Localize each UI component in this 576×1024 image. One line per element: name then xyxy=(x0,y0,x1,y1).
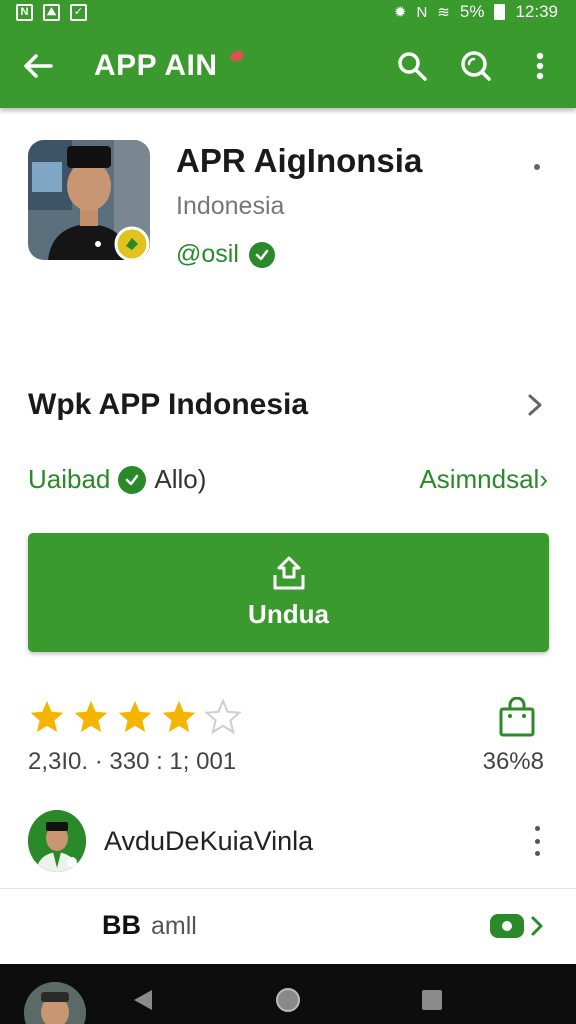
developer-name: @osil xyxy=(176,240,239,268)
search-alt-button[interactable] xyxy=(448,38,504,94)
developer-row[interactable]: @osil xyxy=(176,240,275,269)
section-title[interactable]: Wpk APP Indonesia xyxy=(28,388,308,422)
clock: 12:39 xyxy=(515,2,558,21)
toggle-icon xyxy=(490,914,524,938)
star-empty-icon xyxy=(204,698,242,735)
search-button[interactable] xyxy=(384,38,440,94)
star-filled-icon xyxy=(118,700,152,733)
battery-icon xyxy=(494,4,506,20)
app-region: Indonesia xyxy=(176,192,285,220)
more-vert-icon xyxy=(536,52,544,80)
notification-check-icon: ✓ xyxy=(70,3,87,21)
app-bar: APP AIN xyxy=(0,24,576,108)
app-icon-portrait xyxy=(28,140,150,260)
review-light-text: amll xyxy=(151,912,197,940)
review-bold-text: BB xyxy=(102,910,141,940)
divider xyxy=(0,888,576,889)
rating-stars[interactable] xyxy=(28,698,242,736)
user-more-button[interactable] xyxy=(528,826,546,856)
upload-icon xyxy=(273,556,304,590)
meta-extra: Allo) xyxy=(154,464,207,494)
search-icon xyxy=(398,52,427,81)
shopping-bag-icon[interactable] xyxy=(498,697,536,737)
notification-icons: N ⛰ ✓ xyxy=(16,3,87,21)
verified-badge-icon xyxy=(248,241,275,268)
user-name[interactable]: AvduDeKuiaVinla xyxy=(104,826,313,857)
network-icon: N xyxy=(416,3,428,21)
chevron-right-icon xyxy=(528,394,542,416)
avatar-portrait xyxy=(28,810,86,872)
star-filled-icon xyxy=(30,700,64,733)
battery-percent: 5% xyxy=(459,2,485,21)
back-button[interactable] xyxy=(8,36,68,96)
wifi-icon: ≋ xyxy=(437,3,450,21)
notification-image-icon: ⛰ xyxy=(43,3,60,21)
review-row: BB amll xyxy=(102,910,197,941)
system-icons: ✹ N ≋ 5% 12:39 xyxy=(394,2,558,22)
downloads-count: 36%8 xyxy=(482,748,544,775)
chevron-right-icon xyxy=(531,916,543,936)
nav-avatar[interactable] xyxy=(24,982,86,1024)
more-dot-icon xyxy=(534,164,540,170)
install-button[interactable]: Undua xyxy=(28,533,549,652)
star-filled-icon xyxy=(162,700,196,733)
review-action[interactable] xyxy=(490,914,544,938)
meta-link[interactable]: Asimndsal› xyxy=(419,464,548,495)
meta-link-chevron-icon: › xyxy=(539,464,548,494)
search-alt-icon xyxy=(461,51,491,81)
star-filled-icon xyxy=(74,700,108,733)
nav-back-icon[interactable] xyxy=(132,988,154,1012)
meta-check-icon xyxy=(118,465,147,494)
nav-home-icon[interactable] xyxy=(276,988,300,1012)
install-label: Undua xyxy=(248,599,329,629)
more-options-button[interactable] xyxy=(512,38,568,94)
more-dot-icon xyxy=(534,838,540,844)
user-avatar[interactable] xyxy=(28,810,86,872)
meta-status: Uaibad xyxy=(28,464,111,494)
notification-dot xyxy=(228,48,245,64)
more-dot-icon xyxy=(534,851,540,856)
status-bar: N ⛰ ✓ ✹ N ≋ 5% 12:39 xyxy=(0,0,576,24)
back-arrow-icon xyxy=(24,54,53,78)
more-dot-icon xyxy=(534,826,540,831)
nav-recent-apps-icon[interactable] xyxy=(422,990,442,1010)
notification-app-icon: N xyxy=(16,3,33,21)
app-icon[interactable] xyxy=(28,140,150,260)
meta-row: Uaibad Allo) xyxy=(28,464,206,495)
nav-avatar-portrait xyxy=(24,982,86,1024)
app-name: APR AigInonsia xyxy=(176,142,423,179)
rating-counts: 2,3I0. · 330 : 1; 001 xyxy=(28,748,237,775)
bug-icon: ✹ xyxy=(393,3,407,21)
section-expand-button[interactable] xyxy=(520,390,550,420)
header-more-button[interactable] xyxy=(530,160,544,174)
app-bar-title: APP AIN xyxy=(94,48,245,83)
